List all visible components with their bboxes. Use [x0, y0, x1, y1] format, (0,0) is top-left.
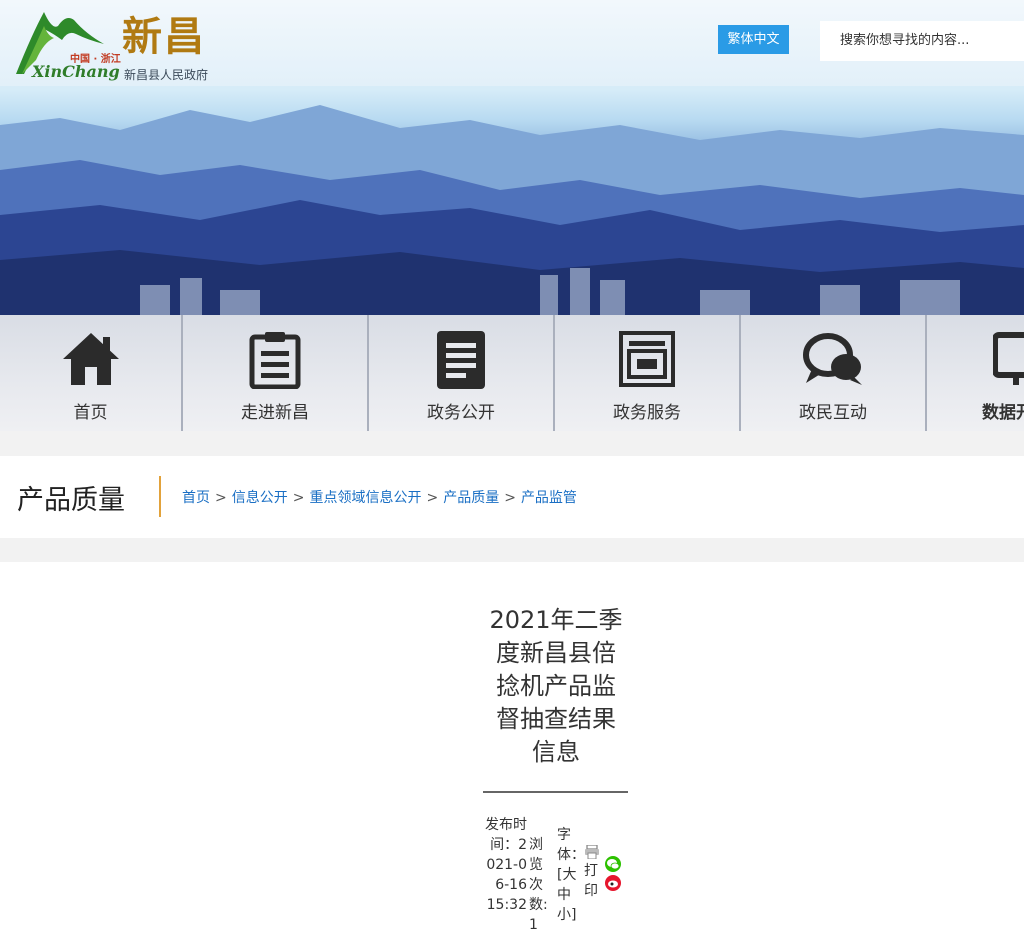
wechat-icon[interactable]: [605, 856, 621, 872]
article-title: 2021年二季度新昌县倍捻机产品监督抽查结果信息: [489, 606, 623, 766]
section-spacer: [0, 431, 1024, 456]
weibo-icon[interactable]: [605, 875, 621, 891]
publish-time: 发布时间：2021-06-16 15:32: [485, 817, 527, 913]
nav-label: 走进新昌: [241, 403, 309, 423]
breadcrumb-separator: >: [215, 490, 227, 506]
nav-label: 首页: [73, 403, 108, 423]
section-header: 产品质量 首页 > 信息公开 > 重点领域信息公开 > 产品质量 > 产品监管: [0, 456, 1024, 538]
printer-icon: [585, 845, 599, 859]
breadcrumb-link-supervision[interactable]: 产品监管: [521, 490, 577, 506]
breadcrumb: 首页 > 信息公开 > 重点领域信息公开 > 产品质量 > 产品监管: [182, 487, 577, 507]
section-spacer: [0, 538, 1024, 562]
breadcrumb-separator: >: [426, 490, 439, 506]
title-divider-bar: [159, 476, 161, 517]
landscape-scene: [0, 105, 1024, 315]
print-label: 打印: [584, 863, 598, 899]
logo-latin-name: XinChang: [32, 62, 120, 81]
title-rule: [483, 791, 628, 793]
breadcrumb-separator: >: [292, 490, 305, 506]
breadcrumb-link-key-areas[interactable]: 重点领域信息公开: [309, 490, 421, 506]
section-title: 产品质量: [17, 485, 125, 516]
traditional-chinese-button[interactable]: 繁体中文: [718, 25, 789, 54]
share-buttons: [605, 856, 623, 894]
view-count: 浏览次数:1: [529, 837, 548, 933]
font-medium-button[interactable]: 中: [557, 887, 571, 903]
nav-label: 政民互动: [799, 403, 867, 423]
nav-label: 数据开: [982, 403, 1024, 423]
breadcrumb-separator: >: [504, 490, 516, 506]
font-size-close: ]: [571, 907, 577, 923]
nav-item-open-data[interactable]: 数据开: [927, 315, 1024, 431]
monitor-icon: [993, 332, 1024, 385]
search-input[interactable]: 搜索你想寻找的内容...: [820, 21, 1024, 61]
clipboard-icon: [249, 332, 301, 389]
nav-item-about[interactable]: 走进新昌: [183, 315, 367, 431]
print-button[interactable]: 打印: [584, 845, 602, 901]
font-small-button[interactable]: 小: [557, 907, 571, 923]
breadcrumb-link-home[interactable]: 首页: [182, 490, 210, 506]
nav-label: 政务公开: [427, 403, 495, 423]
main-nav: 首页 走进新昌 政务公开 政务服务 政民互动 数据: [0, 315, 1024, 431]
home-icon: [62, 333, 119, 385]
nav-item-gov-service[interactable]: 政务服务: [555, 315, 739, 431]
chat-bubble-icon: [803, 333, 862, 385]
logo-government-name: 新昌县人民政府: [124, 68, 209, 82]
logo-chinese-name: 新昌: [122, 13, 206, 60]
nav-label: 政务服务: [613, 403, 681, 423]
document-icon: [437, 331, 485, 389]
nav-item-gov-affairs[interactable]: 政务公开: [369, 315, 553, 431]
nav-item-home[interactable]: 首页: [0, 315, 181, 431]
breadcrumb-link-info[interactable]: 信息公开: [232, 490, 288, 506]
site-logo[interactable]: 中国 · 浙江 XinChang 新昌 新昌县人民政府: [14, 4, 224, 84]
font-size-controls: 字体：[大中小]: [557, 825, 585, 925]
breadcrumb-link-quality[interactable]: 产品质量: [443, 490, 499, 506]
font-large-button[interactable]: 大: [562, 867, 576, 883]
header-banner: 中国 · 浙江 XinChang 新昌 新昌县人民政府 繁体中文 搜索你想寻找的…: [0, 0, 1024, 315]
service-window-icon: [619, 331, 675, 387]
nav-item-interaction[interactable]: 政民互动: [741, 315, 925, 431]
